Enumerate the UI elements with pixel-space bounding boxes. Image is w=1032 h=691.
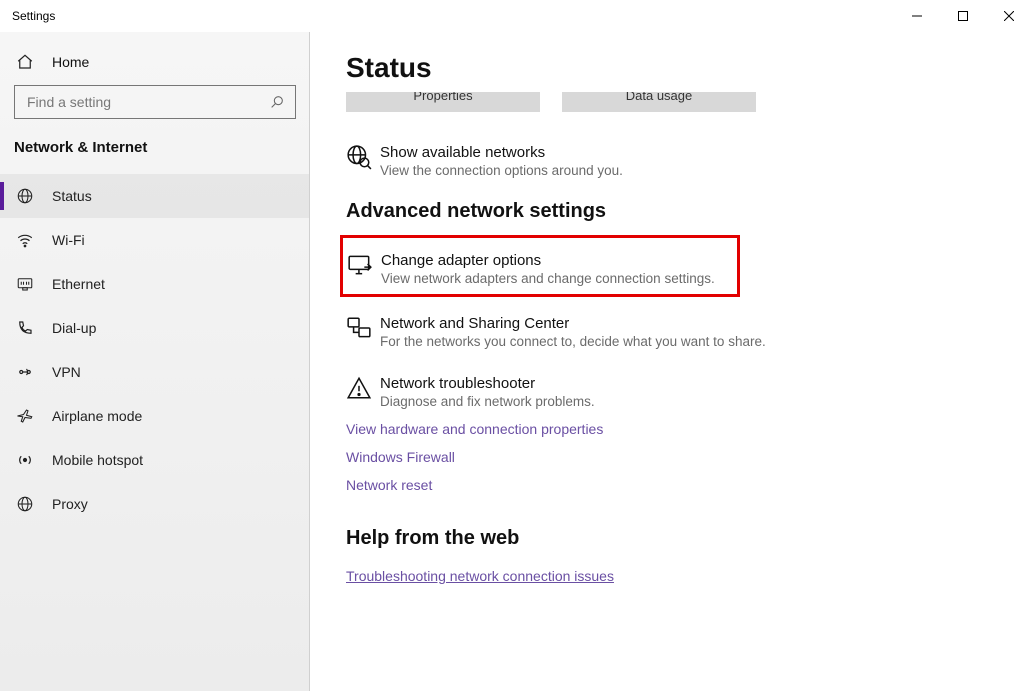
ethernet-icon xyxy=(14,275,36,293)
sidebar-item-label: Wi-Fi xyxy=(52,232,85,248)
hotspot-icon xyxy=(14,451,36,469)
home-icon xyxy=(14,53,36,71)
advanced-section-title: Advanced network settings xyxy=(346,200,996,223)
network-share-icon xyxy=(346,315,380,341)
sidebar-item-airplane[interactable]: Airplane mode xyxy=(0,394,310,438)
wifi-icon xyxy=(14,231,36,249)
sidebar-item-label: VPN xyxy=(52,364,81,380)
globe-icon xyxy=(14,187,36,205)
link-title: Show available networks xyxy=(380,144,623,161)
link-desc: For the networks you connect to, decide … xyxy=(380,334,766,349)
search-box[interactable] xyxy=(14,85,296,119)
link-desc: Diagnose and fix network problems. xyxy=(380,394,595,409)
sidebar-item-hotspot[interactable]: Mobile hotspot xyxy=(0,438,310,482)
sidebar-item-label: Ethernet xyxy=(52,276,105,292)
properties-button[interactable]: Properties xyxy=(346,92,540,112)
page-title: Status xyxy=(346,52,996,84)
data-usage-button[interactable]: Data usage xyxy=(562,92,756,112)
sidebar-item-label: Status xyxy=(52,188,92,204)
change-adapter-link[interactable]: Change adapter options View network adap… xyxy=(347,248,733,286)
vpn-icon xyxy=(14,363,36,381)
sidebar-item-label: Dial-up xyxy=(52,320,96,336)
home-label: Home xyxy=(52,54,89,70)
minimize-button[interactable] xyxy=(894,0,940,32)
sharing-center-link[interactable]: Network and Sharing Center For the netwo… xyxy=(346,311,996,349)
help-section-title: Help from the web xyxy=(346,527,996,550)
sidebar: Home Network & Internet Status Wi-Fi E xyxy=(0,32,310,691)
phone-icon xyxy=(14,319,36,337)
monitor-icon xyxy=(347,252,381,278)
help-link[interactable]: Troubleshooting network connection issue… xyxy=(346,568,996,584)
globe-search-icon xyxy=(346,144,380,170)
sidebar-item-status[interactable]: Status xyxy=(0,174,310,218)
sidebar-item-dialup[interactable]: Dial-up xyxy=(0,306,310,350)
sidebar-item-label: Proxy xyxy=(52,496,88,512)
button-row: Properties Data usage xyxy=(346,92,996,112)
hardware-properties-link[interactable]: View hardware and connection properties xyxy=(346,421,996,437)
sidebar-item-ethernet[interactable]: Ethernet xyxy=(0,262,310,306)
link-desc: View network adapters and change connect… xyxy=(381,271,715,286)
firewall-link[interactable]: Windows Firewall xyxy=(346,449,996,465)
sidebar-item-proxy[interactable]: Proxy xyxy=(0,482,310,526)
window-title: Settings xyxy=(12,9,55,23)
airplane-icon xyxy=(14,407,36,425)
warning-icon xyxy=(346,375,380,401)
search-icon xyxy=(269,94,285,110)
network-reset-link[interactable]: Network reset xyxy=(346,477,996,493)
main-content: Status Properties Data usage Show availa… xyxy=(310,32,1032,691)
search-input[interactable] xyxy=(25,93,269,111)
sidebar-item-wifi[interactable]: Wi-Fi xyxy=(0,218,310,262)
proxy-icon xyxy=(14,495,36,513)
close-button[interactable] xyxy=(986,0,1032,32)
sidebar-item-vpn[interactable]: VPN xyxy=(0,350,310,394)
troubleshooter-link[interactable]: Network troubleshooter Diagnose and fix … xyxy=(346,371,996,409)
link-title: Network and Sharing Center xyxy=(380,315,766,332)
link-title: Change adapter options xyxy=(381,252,715,269)
titlebar: Settings xyxy=(0,0,1032,32)
sidebar-group-title: Network & Internet xyxy=(0,133,310,174)
show-networks-link[interactable]: Show available networks View the connect… xyxy=(346,140,996,178)
maximize-button[interactable] xyxy=(940,0,986,32)
highlighted-box: Change adapter options View network adap… xyxy=(340,235,740,297)
home-nav[interactable]: Home xyxy=(0,47,310,85)
sidebar-item-label: Mobile hotspot xyxy=(52,452,143,468)
sidebar-item-label: Airplane mode xyxy=(52,408,142,424)
link-title: Network troubleshooter xyxy=(380,375,595,392)
link-desc: View the connection options around you. xyxy=(380,163,623,178)
